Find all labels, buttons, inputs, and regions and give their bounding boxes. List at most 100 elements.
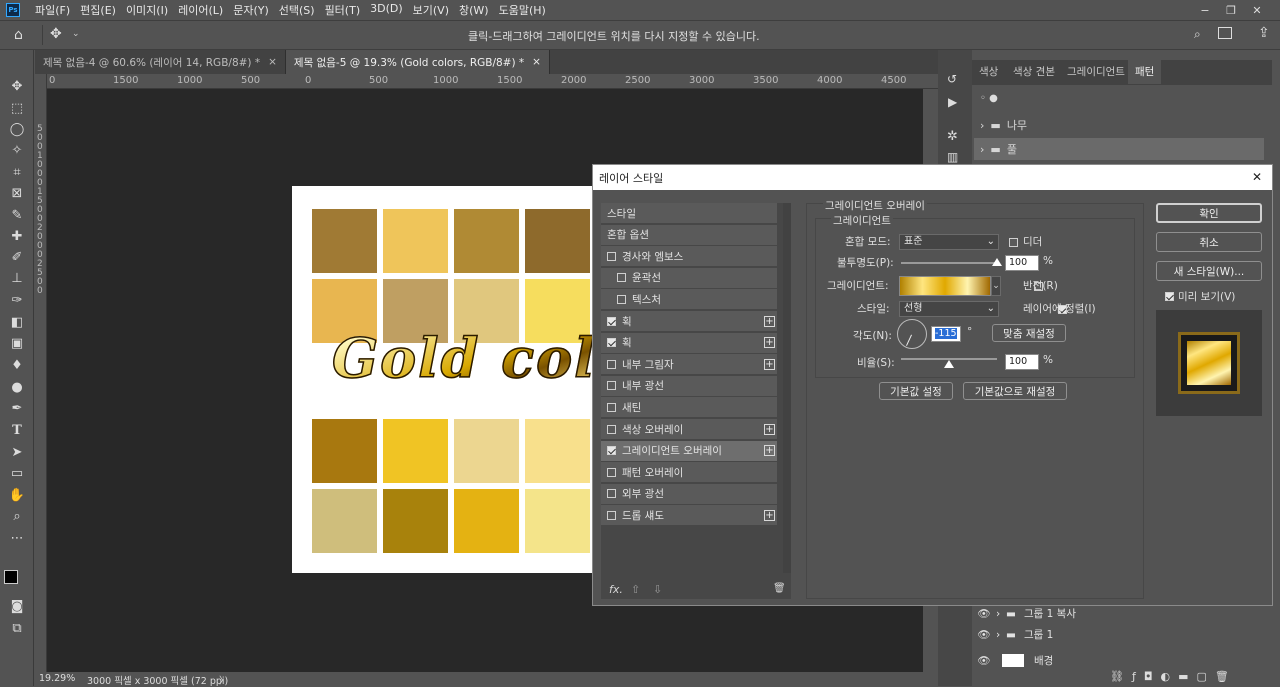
frame-tool-icon[interactable]: ⊠ [7, 185, 27, 203]
style-item[interactable]: 혼합 옵션 [601, 224, 777, 246]
opacity-slider[interactable] [901, 262, 997, 264]
tab-document-4[interactable]: 제목 없음-4 @ 60.6% (레이어 14, RGB/8#) * × [35, 50, 286, 74]
minimize-button[interactable]: − [1192, 0, 1218, 20]
maximize-button[interactable]: ❐ [1218, 0, 1244, 20]
move-down-icon[interactable]: ⇩ [653, 583, 662, 596]
style-item[interactable]: 텍스처 [601, 289, 777, 311]
add-effect-icon[interactable]: + [764, 358, 775, 370]
home-icon[interactable]: ⌂ [14, 27, 23, 43]
style-checkbox[interactable] [607, 251, 616, 261]
style-item[interactable]: 외부 광선 [601, 483, 777, 505]
menu-item[interactable]: 이미지(I) [121, 2, 173, 18]
layer-row[interactable]: 👁 배경 [972, 650, 1272, 671]
stamp-tool-icon[interactable]: ⊥ [7, 270, 27, 288]
style-checkbox[interactable] [607, 316, 616, 326]
more-tools-icon[interactable]: ⋯ [7, 530, 27, 548]
screen-mode-icon[interactable]: ⧉ [7, 620, 27, 638]
style-item[interactable]: 새틴 [601, 397, 777, 419]
hand-tool-icon[interactable]: ✋ [7, 487, 27, 505]
opacity-input[interactable]: 100 [1005, 255, 1039, 271]
dialog-close-button[interactable]: ✕ [1252, 170, 1262, 184]
chevron-down-icon[interactable]: ⌄ [991, 276, 1001, 296]
tab-patterns[interactable]: 패턴 [1128, 60, 1162, 84]
crop-tool-icon[interactable]: ⌗ [7, 164, 27, 182]
chevron-right-icon[interactable]: › [996, 608, 1006, 620]
opacity-slider-thumb[interactable] [992, 258, 1002, 266]
style-checkbox[interactable] [607, 424, 616, 434]
style-checkbox[interactable] [607, 359, 616, 369]
style-item[interactable]: 경사와 엠보스 [601, 246, 777, 268]
chevron-right-icon[interactable]: › [996, 629, 1006, 641]
dodge-tool-icon[interactable]: ● [7, 379, 27, 397]
tab-swatches[interactable]: 색상 견본 [1006, 60, 1062, 84]
menu-item[interactable]: 3D(D) [365, 2, 408, 18]
style-checkbox[interactable] [607, 467, 616, 477]
scale-input[interactable]: 100 [1005, 354, 1039, 370]
pen-tool-icon[interactable]: ✒ [7, 400, 27, 418]
pattern-folder-wood[interactable]: › ▬ 나무 [974, 114, 1264, 136]
layer-row[interactable]: 👁 › ▬ 그룹 1 [972, 624, 1272, 645]
brush-tool-icon[interactable]: ✐ [7, 249, 27, 267]
marquee-tool-icon[interactable]: ⬚ [7, 100, 27, 118]
eyedropper-icon[interactable]: ✎ [7, 207, 27, 225]
play-icon[interactable]: ▶ [948, 95, 957, 109]
menu-item[interactable]: 필터(T) [320, 2, 366, 18]
properties-icon[interactable]: ✲ [947, 129, 958, 144]
style-checkbox[interactable] [617, 273, 626, 283]
angle-input[interactable]: -115 [931, 326, 961, 342]
style-item[interactable]: 윤곽선 [601, 267, 777, 289]
menu-item[interactable]: 선택(S) [274, 2, 320, 18]
eraser-tool-icon[interactable]: ◧ [7, 314, 27, 332]
eye-icon[interactable]: 👁 [972, 607, 996, 620]
rectangle-tool-icon[interactable]: ▭ [7, 465, 27, 483]
history-brush-icon[interactable]: ✑ [7, 292, 27, 310]
style-item[interactable]: 스타일 [601, 203, 777, 224]
magic-wand-icon[interactable]: ✧ [7, 142, 27, 160]
healing-brush-icon[interactable]: ✚ [7, 228, 27, 246]
reset-default-button[interactable]: 기본값으로 재설정 [963, 382, 1067, 400]
menu-item[interactable]: 도움말(H) [494, 2, 551, 18]
workspace-icon[interactable] [1218, 27, 1232, 39]
layer-actions-icons[interactable]: ⛓ƒ◘◐▬▢🗑 [1110, 670, 1237, 683]
style-item[interactable]: 획 + [601, 311, 777, 332]
style-checkbox[interactable] [607, 402, 616, 412]
style-item[interactable]: 내부 그림자 + [601, 354, 777, 376]
pattern-preset-icon[interactable]: ◦ ● [980, 93, 998, 104]
zoom-level[interactable]: 19.29% [39, 673, 75, 684]
move-tool-icon[interactable]: ✥ [7, 78, 27, 96]
menu-item[interactable]: 레이어(L) [173, 2, 228, 18]
eye-icon[interactable]: 👁 [972, 654, 996, 667]
chevron-down-icon[interactable]: ⌄ [72, 29, 80, 39]
style-list-scrollbar[interactable] [783, 203, 791, 573]
style-item[interactable]: 내부 광선 [601, 375, 777, 397]
style-checkbox[interactable] [607, 446, 616, 456]
new-style-button[interactable]: 새 스타일(W)... [1156, 261, 1262, 281]
add-effect-icon[interactable]: + [764, 315, 775, 327]
menu-item[interactable]: 창(W) [454, 2, 494, 18]
tab-color[interactable]: 색상 [972, 60, 1005, 84]
style-checkbox[interactable] [617, 294, 626, 304]
status-arrow-icon[interactable]: 〉 [219, 673, 229, 687]
menu-item[interactable]: 파일(F) [30, 2, 75, 18]
style-checkbox[interactable] [607, 338, 616, 348]
pattern-folder-grass[interactable]: › ▬ 풀 [974, 138, 1264, 160]
zoom-tool-icon[interactable]: ⌕ [7, 508, 27, 526]
blur-tool-icon[interactable]: ♦ [7, 357, 27, 375]
style-checkbox[interactable] [607, 381, 616, 391]
layer-row[interactable]: 👁 › ▬ 그룹 1 복사 [972, 603, 1272, 624]
move-tool-icon[interactable]: ✥ [50, 26, 62, 42]
menu-item[interactable]: 문자(Y) [228, 2, 274, 18]
reset-alignment-button[interactable]: 맞춤 재설정 [992, 324, 1066, 342]
close-window-button[interactable]: ✕ [1244, 0, 1270, 20]
style-select[interactable]: 선형 ⌄ [899, 301, 999, 317]
style-item[interactable]: 획 + [601, 332, 777, 354]
chart-icon[interactable]: ▥ [947, 150, 958, 164]
style-checkbox[interactable] [607, 510, 616, 520]
foreground-color[interactable] [4, 570, 18, 584]
style-item[interactable]: 그레이디언트 오버레이 + [601, 440, 777, 462]
search-icon[interactable]: ⌕ [1194, 27, 1201, 42]
style-checkbox[interactable] [607, 489, 616, 499]
blend-mode-select[interactable]: 표준 ⌄ [899, 234, 999, 250]
scale-slider-thumb[interactable] [944, 360, 954, 368]
add-effect-icon[interactable]: + [764, 337, 775, 349]
